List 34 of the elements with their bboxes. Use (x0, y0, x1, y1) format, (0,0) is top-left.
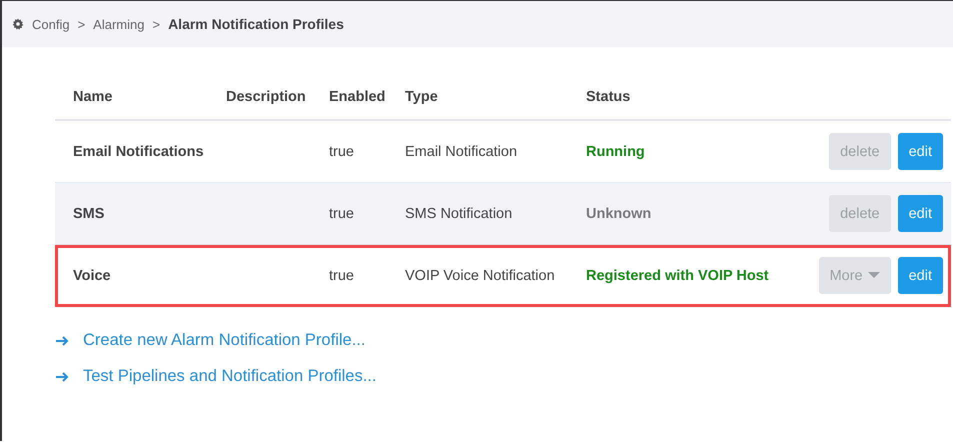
status-text: Running (586, 144, 646, 160)
status-text: Registered with VOIP Host (586, 268, 770, 284)
type-value: VOIP Voice Notification (405, 268, 556, 284)
action-link[interactable]: Create new Alarm Notification Profile... (83, 331, 366, 350)
column-header: Description (226, 89, 307, 105)
breadcrumb-separator: > (152, 16, 160, 32)
edit-button[interactable]: edit (898, 195, 943, 232)
profile-name: SMS (73, 206, 106, 222)
delete-button[interactable]: delete (829, 133, 891, 170)
column-header: Type (405, 89, 439, 105)
caret-icon (868, 272, 880, 279)
breadcrumb-link[interactable]: Alarming (93, 16, 144, 32)
delete-button[interactable]: delete (829, 195, 891, 232)
more-button[interactable]: More (818, 257, 891, 294)
profile-name: Email Notifications (73, 144, 205, 160)
column-header: Status (586, 89, 632, 105)
page-title: Alarm Notification Profiles (168, 16, 344, 32)
edit-button[interactable]: edit (898, 257, 943, 294)
enabled-value: true (329, 268, 355, 284)
column-header: Name (73, 89, 114, 105)
action-link[interactable]: Test Pipelines and Notification Profiles... (83, 367, 376, 386)
type-value: Email Notification (405, 144, 518, 160)
enabled-value: true (329, 144, 355, 160)
enabled-value: true (329, 206, 355, 222)
arrow-icon (55, 370, 69, 382)
type-value: SMS Notification (405, 206, 514, 222)
arrow-icon (55, 334, 69, 346)
edit-button[interactable]: edit (898, 133, 943, 170)
breadcrumb-separator: > (78, 16, 86, 32)
profile-name: Voice (73, 268, 112, 284)
settings-icon (12, 18, 24, 30)
column-header: Enabled (329, 89, 386, 105)
breadcrumb-link[interactable]: Config (32, 16, 70, 32)
status-text: Unknown (586, 206, 652, 222)
